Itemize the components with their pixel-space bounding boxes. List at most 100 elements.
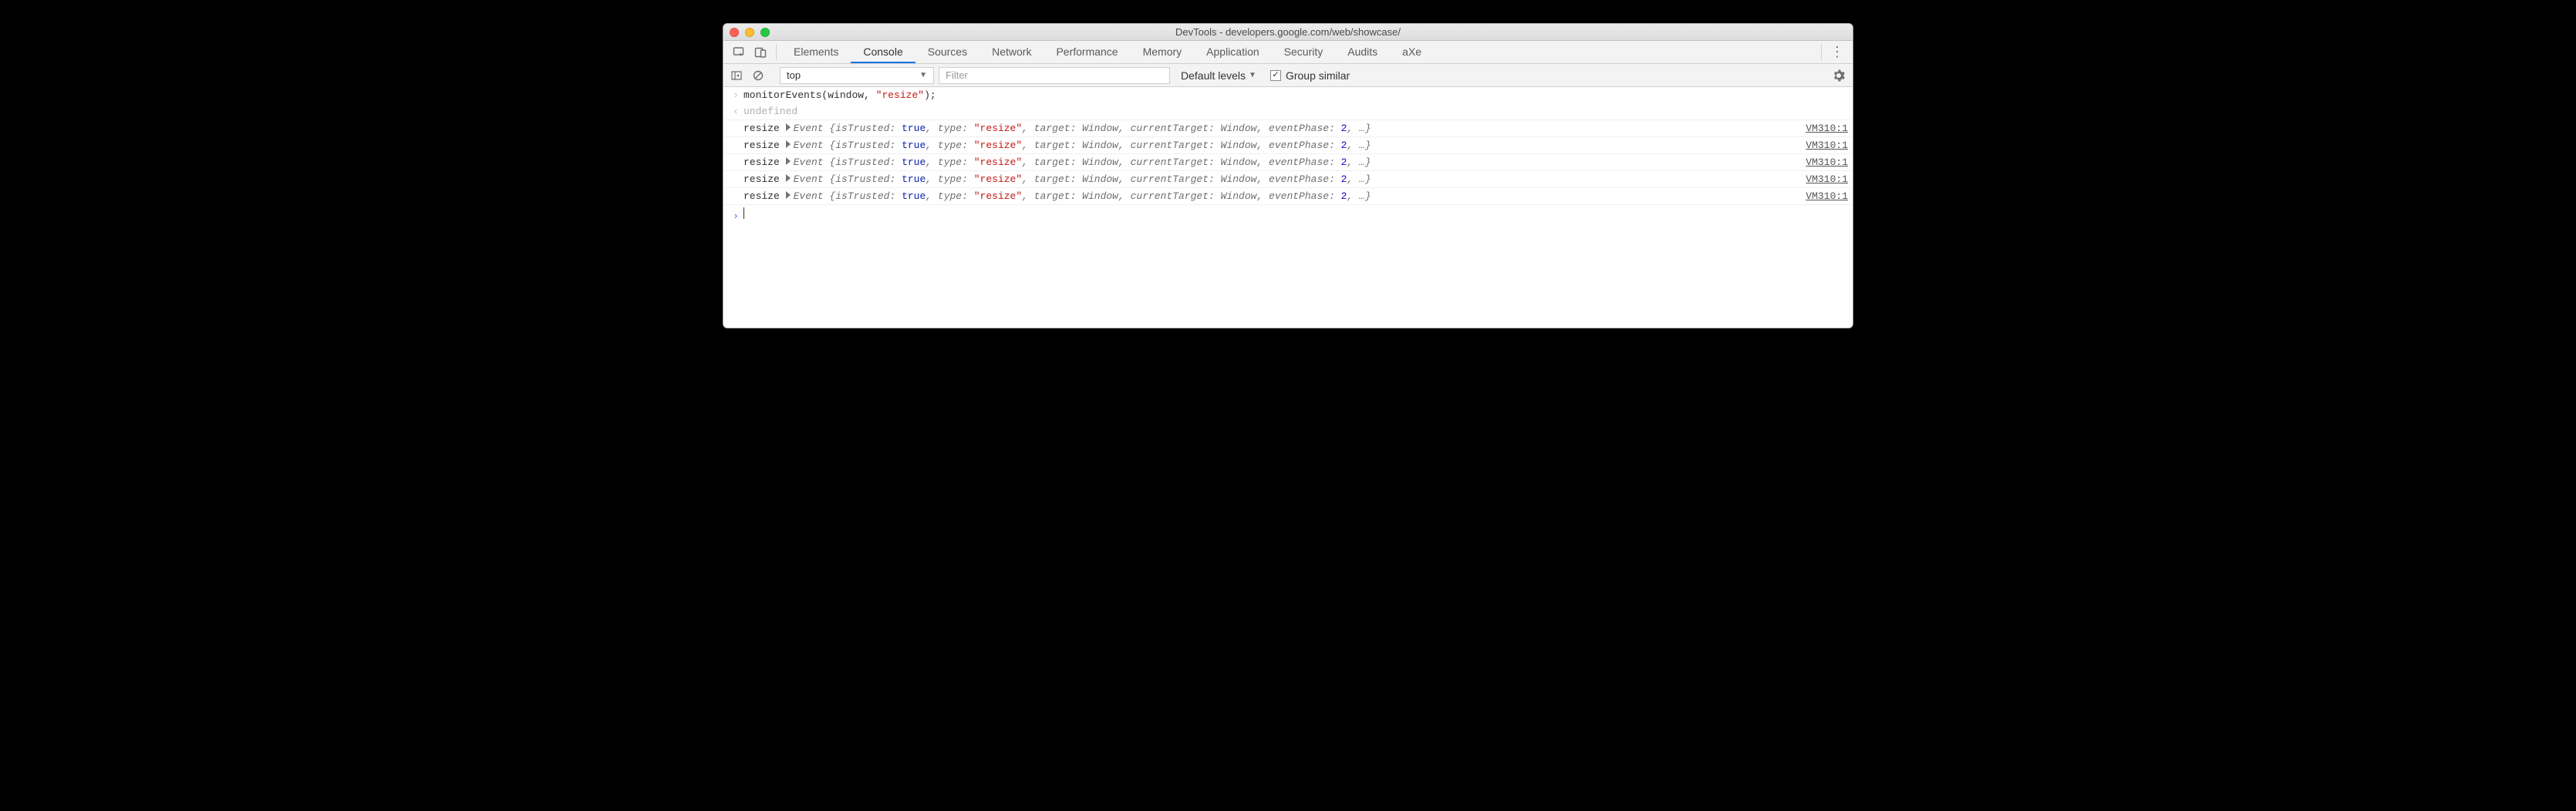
tab-network[interactable]: Network [979,41,1044,63]
punct: : [1071,156,1083,168]
punct: : [1329,173,1341,185]
punct: : [1071,190,1083,202]
punct: , [1118,156,1131,168]
brace: } [1365,173,1371,185]
val-eventPhase: 2 [1341,123,1347,134]
punct: , [926,173,938,185]
object-key: isTrusted [835,123,889,134]
expand-triangle-icon[interactable] [786,157,791,165]
console-prompt[interactable]: › [723,205,1853,224]
log-content[interactable]: resize Event {isTrusted: true, type: "re… [743,123,1793,134]
punct: , [1022,156,1034,168]
inspect-element-icon[interactable] [728,41,750,64]
val-target: Window [1082,173,1118,185]
devtools-tabstrip: Elements Console Sources Network Perform… [723,41,1853,64]
punct: : [889,156,902,168]
object-key: type [938,190,962,202]
brace: { [829,156,835,168]
punct: , [1256,140,1269,151]
object-key: currentTarget [1131,190,1209,202]
punct: , [1118,190,1131,202]
source-link[interactable]: VM310:1 [1793,140,1848,151]
group-similar-label: Group similar [1286,69,1350,82]
console-log-row: resize Event {isTrusted: true, type: "re… [723,120,1853,137]
expand-triangle-icon[interactable] [786,123,791,131]
object-key: eventPhase [1269,190,1329,202]
val-type: "resize" [974,156,1022,168]
object-key: currentTarget [1131,140,1209,151]
source-link[interactable]: VM310:1 [1793,190,1848,202]
chevron-down-icon: ▼ [919,71,927,79]
log-content[interactable]: resize Event {isTrusted: true, type: "re… [743,156,1793,168]
ellipsis: … [1359,140,1365,151]
group-similar-toggle[interactable]: ✓ Group similar [1267,69,1350,82]
val-type: "resize" [974,123,1022,134]
object-key: target [1034,173,1071,185]
val-isTrusted: true [902,140,926,151]
object-key: isTrusted [835,140,889,151]
source-link[interactable]: VM310:1 [1793,173,1848,185]
val-target: Window [1082,190,1118,202]
punct: : [889,190,902,202]
return-value: undefined [743,106,797,117]
expand-triangle-icon[interactable] [786,191,791,199]
return-arrow-icon: ‹ [728,106,743,117]
punct: , [1022,140,1034,151]
punct: : [962,140,974,151]
event-class: Event [794,190,830,202]
ellipsis: … [1359,156,1365,168]
source-link[interactable]: VM310:1 [1793,156,1848,168]
punct: : [1209,156,1221,168]
filter-input[interactable]: Filter [939,67,1170,84]
toggle-device-toolbar-icon[interactable] [750,41,771,64]
object-key: eventPhase [1269,173,1329,185]
val-currentTarget: Window [1221,190,1257,202]
close-window-button[interactable] [730,28,739,37]
more-options-icon[interactable]: ⋮ [1826,41,1848,63]
code-arg1: window [828,89,864,101]
tab-security[interactable]: Security [1272,41,1336,63]
tab-performance[interactable]: Performance [1044,41,1130,63]
tab-axe[interactable]: aXe [1390,41,1434,63]
event-label: resize [743,140,786,151]
console-settings-icon[interactable] [1829,66,1848,85]
tab-memory[interactable]: Memory [1131,41,1195,63]
val-eventPhase: 2 [1341,156,1347,168]
event-label: resize [743,173,786,185]
expand-triangle-icon[interactable] [786,140,791,148]
brace: } [1365,156,1371,168]
object-key: target [1034,140,1071,151]
punct: , [1256,190,1269,202]
window-title: DevTools - developers.google.com/web/sho… [723,26,1853,38]
text-cursor [743,207,744,219]
zoom-window-button[interactable] [760,28,770,37]
tab-application[interactable]: Application [1194,41,1272,63]
console-log-row: resize Event {isTrusted: true, type: "re… [723,154,1853,171]
filter-placeholder: Filter [946,69,968,81]
tab-elements[interactable]: Elements [781,41,851,63]
object-key: eventPhase [1269,156,1329,168]
log-levels-label: Default levels [1181,69,1246,82]
object-key: eventPhase [1269,123,1329,134]
execution-context-select[interactable]: top ▼ [780,67,934,84]
console-output: › monitorEvents(window, "resize"); ‹ und… [723,87,1853,224]
log-content[interactable]: resize Event {isTrusted: true, type: "re… [743,190,1793,202]
clear-console-icon[interactable] [750,67,767,84]
tab-audits[interactable]: Audits [1335,41,1390,63]
log-content[interactable]: resize Event {isTrusted: true, type: "re… [743,140,1793,151]
punct: : [962,190,974,202]
checkbox-checked-icon[interactable]: ✓ [1270,70,1281,81]
log-content[interactable]: resize Event {isTrusted: true, type: "re… [743,173,1793,185]
expand-triangle-icon[interactable] [786,174,791,182]
log-levels-select[interactable]: Default levels ▼ [1175,69,1263,82]
show-console-sidebar-icon[interactable] [728,67,745,84]
tab-console[interactable]: Console [851,41,915,63]
execution-context-value: top [787,69,801,81]
val-eventPhase: 2 [1341,190,1347,202]
tab-sources[interactable]: Sources [915,41,979,63]
minimize-window-button[interactable] [745,28,754,37]
punct: , [926,140,938,151]
punct: : [962,123,974,134]
source-link[interactable]: VM310:1 [1793,123,1848,134]
code-arg2: "resize" [876,89,924,101]
